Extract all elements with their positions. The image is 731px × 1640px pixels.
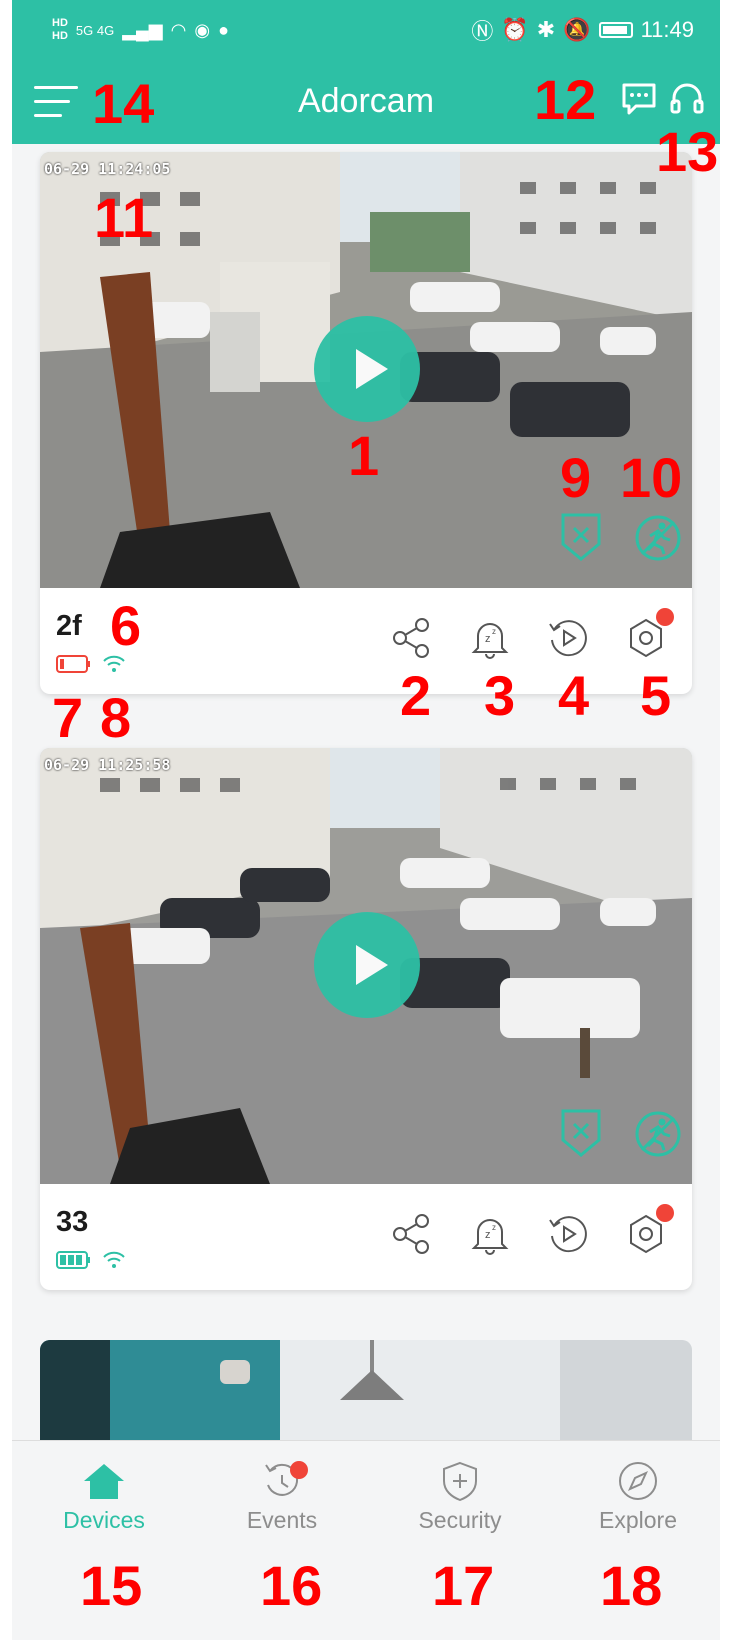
camera-preview[interactable]: 06-29 11:25:58 [40, 748, 692, 1184]
status-bar: HD HD 5G 4G ▂▄▆ ◠ ◉ ● Ⓝ ⏰ ✱ 🔕 11:49 [12, 0, 720, 60]
home-icon [84, 1464, 124, 1499]
wifi-icon [103, 655, 125, 672]
network-label: 5G 4G [75, 22, 115, 38]
tab-events[interactable]: Events [202, 1461, 362, 1534]
shield-disarmed-icon[interactable] [560, 1108, 602, 1158]
annotation-15: 15 [80, 1554, 143, 1617]
motion-detection-off-icon[interactable] [634, 1110, 682, 1158]
chat-app-icon: ● [218, 19, 229, 40]
annotation-10: 10 [620, 446, 683, 509]
battery-full-icon [56, 1251, 90, 1269]
tab-label: Explore [599, 1507, 677, 1533]
battery-icon [598, 22, 633, 38]
wifi-icon [103, 1251, 125, 1268]
card-footer: 33 z z [40, 1184, 692, 1290]
device-status [56, 654, 126, 674]
tab-devices[interactable]: Devices [24, 1461, 184, 1534]
signal-icon: ▂▄▆ [122, 19, 163, 40]
playback-icon[interactable] [546, 616, 590, 660]
alarm-snooze-icon[interactable]: z z [468, 616, 512, 660]
settings-notification-dot [656, 1204, 674, 1222]
annotation-4: 4 [558, 664, 590, 727]
status-left: HD HD 5G 4G ▂▄▆ ◠ ◉ ● [52, 17, 229, 43]
annotation-13: 13 [656, 120, 719, 183]
share-icon[interactable] [390, 1212, 434, 1256]
tab-label: Devices [63, 1507, 145, 1533]
shield-disarmed-icon[interactable] [560, 512, 602, 562]
annotation-18: 18 [600, 1554, 663, 1617]
camera-timestamp: 06-29 11:25:58 [44, 756, 171, 774]
mute-icon: 🔕 [563, 17, 591, 42]
bluetooth-icon: ✱ [536, 17, 556, 42]
play-button[interactable] [314, 912, 420, 1018]
wifi-status-icon: ◠ [170, 19, 187, 40]
annotation-16: 16 [260, 1554, 323, 1617]
play-button[interactable] [314, 316, 420, 422]
device-status [56, 1250, 126, 1270]
alarm-snooze-icon[interactable]: z z [468, 1212, 512, 1256]
svg-text:z: z [485, 633, 491, 645]
events-notification-dot [290, 1461, 308, 1479]
hd-indicator: HD HD [52, 17, 68, 43]
device-name: 33 [56, 1206, 89, 1238]
annotation-6: 6 [110, 594, 142, 657]
page: { "status_bar": {"hd_top": "HD", "hd_bot… [0, 0, 731, 1640]
battery-low-icon [56, 655, 90, 673]
hd-top-label: HD [52, 17, 68, 29]
compass-icon [619, 1462, 657, 1500]
annotation-3: 3 [484, 664, 516, 727]
motion-detection-off-icon[interactable] [634, 514, 682, 562]
tab-label: Security [418, 1507, 502, 1533]
annotation-14: 14 [92, 72, 155, 135]
annotation-8: 8 [100, 686, 132, 749]
eye-icon: ◉ [194, 19, 211, 40]
hd-bottom-label: HD [52, 30, 68, 42]
svg-text:z: z [492, 1223, 496, 1232]
annotation-17: 17 [432, 1554, 495, 1617]
camera-timestamp: 06-29 11:24:05 [44, 160, 171, 178]
status-time: 11:49 [640, 17, 694, 42]
shield-plus-icon [443, 1461, 477, 1501]
annotation-5: 5 [640, 664, 672, 727]
svg-text:z: z [492, 627, 496, 636]
share-icon[interactable] [390, 616, 434, 660]
annotation-7: 7 [52, 686, 84, 749]
playback-icon[interactable] [546, 1212, 590, 1256]
nfc-icon: Ⓝ [471, 19, 494, 44]
annotation-9: 9 [560, 446, 592, 509]
annotation-1: 1 [348, 424, 380, 487]
settings-notification-dot [656, 608, 674, 626]
status-right: Ⓝ ⏰ ✱ 🔕 11:49 [471, 14, 694, 46]
annotation-12: 12 [534, 68, 597, 131]
alarm-icon: ⏰ [501, 17, 529, 42]
svg-text:z: z [485, 1229, 491, 1241]
tab-explore[interactable]: Explore [558, 1461, 718, 1534]
message-icon[interactable] [620, 82, 658, 116]
tab-security[interactable]: Security [380, 1461, 540, 1534]
device-name: 2f [56, 610, 82, 642]
device-card: 06-29 11:25:58 33 z z [40, 748, 692, 1290]
annotation-2: 2 [400, 664, 432, 727]
tab-label: Events [246, 1507, 318, 1533]
headset-icon[interactable] [668, 80, 706, 118]
annotation-11: 11 [94, 186, 154, 249]
